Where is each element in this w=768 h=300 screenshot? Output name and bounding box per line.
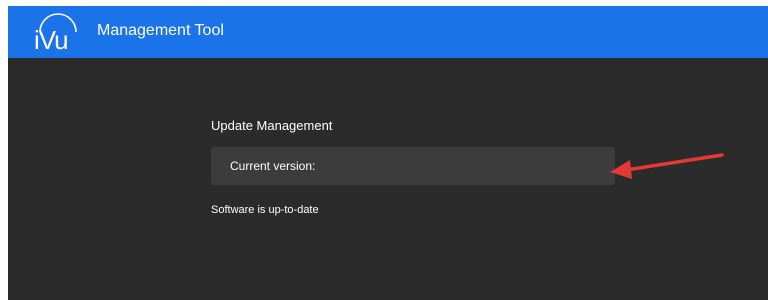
red-arrow-icon bbox=[610, 153, 724, 179]
update-status-text: Software is up-to-date bbox=[211, 204, 319, 216]
logo-text: iVu bbox=[34, 25, 69, 55]
current-version-panel: Current version: bbox=[211, 147, 615, 185]
ivu-logo: iVu bbox=[32, 10, 84, 54]
section-title: Update Management bbox=[211, 118, 333, 133]
app-window: iVu Management Tool Update Management Cu… bbox=[8, 6, 768, 300]
current-version-label: Current version: bbox=[230, 159, 316, 173]
app-title: Management Tool bbox=[97, 22, 224, 39]
top-bar: iVu Management Tool bbox=[8, 6, 768, 58]
